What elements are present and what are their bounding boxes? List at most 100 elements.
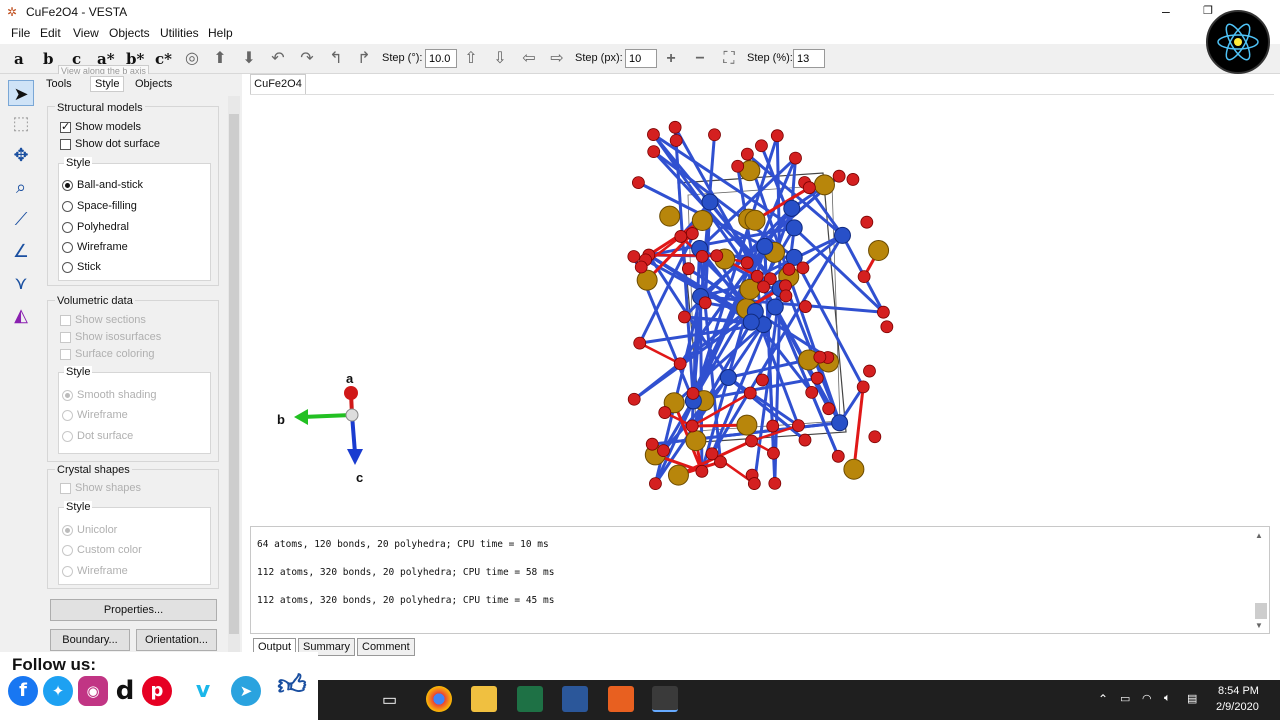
orientation-button[interactable]: Orientation... — [136, 629, 217, 651]
globe-icon[interactable]: ◎ — [182, 49, 202, 69]
move-up-icon[interactable]: ⇧ — [461, 49, 481, 69]
show-shapes-checkbox[interactable]: Show shapes — [60, 482, 141, 494]
radio-space-filling[interactable]: Space-filling — [62, 200, 137, 212]
tab-style[interactable]: Style — [90, 76, 125, 92]
select-box-tool-icon[interactable]: ⬚ — [8, 110, 34, 136]
thumbs-up-icon[interactable]: 👍︎ — [272, 670, 312, 710]
wifi-icon[interactable]: ◠ — [1142, 692, 1152, 705]
tab-comment[interactable]: Comment — [357, 638, 415, 656]
show-dot-surface-checkbox[interactable]: Show dot surface — [60, 138, 160, 150]
instagram-icon[interactable]: ◉ — [78, 676, 108, 706]
view-c-star-button[interactable]: c* — [155, 50, 172, 68]
volume-icon[interactable]: 🔈︎ — [1164, 692, 1171, 705]
select-tool-icon[interactable]: ➤ — [8, 80, 34, 106]
radio-stick[interactable]: Stick — [62, 261, 101, 273]
o-atom — [673, 357, 687, 371]
show-sections-checkbox[interactable]: Show sections — [60, 314, 146, 326]
minimize-button[interactable]: – — [1162, 3, 1170, 19]
fit-icon[interactable]: ⛶ — [719, 49, 739, 69]
o-atom — [755, 373, 769, 387]
translate-tool-icon[interactable]: ✥ — [8, 142, 34, 168]
plane-tool-icon[interactable]: ◭ — [8, 302, 34, 328]
o-atom — [685, 419, 699, 433]
rotate-right-icon[interactable]: ↷ — [297, 49, 317, 69]
view-b-button[interactable]: b — [43, 50, 54, 68]
properties-button[interactable]: Properties... — [50, 599, 217, 621]
tab-tools[interactable]: Tools — [46, 78, 72, 90]
menu-file[interactable]: File — [11, 26, 30, 40]
vesta-taskbar-icon[interactable] — [652, 686, 678, 712]
vimeo-icon[interactable]: v — [188, 676, 218, 706]
arrow-up-icon[interactable]: ⬆ — [210, 49, 230, 69]
app-icon[interactable] — [608, 686, 634, 712]
telegram-icon[interactable]: ➤ — [231, 676, 261, 706]
crystal-structure-render[interactable]: a b c — [250, 95, 1274, 519]
surface-coloring-checkbox[interactable]: Surface coloring — [60, 348, 155, 360]
menu-edit[interactable]: Edit — [40, 26, 61, 40]
o-atom — [863, 364, 876, 378]
turn-right-icon[interactable]: ↱ — [354, 49, 374, 69]
radio-custom-color[interactable]: Custom color — [62, 544, 142, 556]
menu-help[interactable]: Help — [208, 26, 233, 40]
tab-objects[interactable]: Objects — [135, 78, 172, 90]
menu-objects[interactable]: Objects — [109, 26, 150, 40]
radio-wireframe[interactable]: Wireframe — [62, 241, 128, 253]
step-px-label: Step (px): — [575, 52, 623, 64]
dihedral-tool-icon[interactable]: ⋎ — [8, 270, 34, 296]
c-axis-head — [347, 449, 363, 465]
dailymotion-icon[interactable]: d — [110, 676, 140, 706]
cu-atom — [719, 369, 737, 387]
step-pct-input[interactable] — [793, 49, 825, 68]
chrome-icon[interactable] — [426, 686, 452, 712]
excel-icon[interactable] — [517, 686, 543, 712]
magnify-tool-icon[interactable]: ⌕ — [8, 174, 34, 200]
tray-chevron-icon[interactable]: ⌃ — [1098, 692, 1108, 706]
o-atom — [832, 169, 846, 183]
arrow-down-icon[interactable]: ⬇ — [239, 49, 259, 69]
o-atom — [740, 147, 754, 161]
twitter-icon[interactable]: ✦ — [43, 676, 73, 706]
move-left-icon[interactable]: ⇦ — [519, 49, 539, 69]
radio-unicolor[interactable]: Unicolor — [62, 524, 117, 536]
o-atom — [658, 406, 672, 419]
structure-viewport[interactable]: a b c — [250, 94, 1274, 518]
axis-label-c: c — [356, 470, 363, 485]
distance-tool-icon[interactable]: ⟋ — [8, 206, 34, 232]
word-icon[interactable] — [562, 686, 588, 712]
panel-scrollbar[interactable] — [228, 96, 240, 656]
radio-smooth-shading[interactable]: Smooth shading — [62, 389, 157, 401]
o-atom — [645, 437, 659, 451]
radio-polyhedral[interactable]: Polyhedral — [62, 221, 129, 233]
zoom-out-icon[interactable]: − — [690, 49, 710, 69]
boundary-button[interactable]: Boundary... — [50, 629, 130, 651]
file-explorer-icon[interactable] — [471, 686, 497, 712]
angle-tool-icon[interactable]: ∠ — [8, 238, 34, 264]
show-isosurfaces-checkbox[interactable]: Show isosurfaces — [60, 331, 161, 343]
step-px-input[interactable] — [625, 49, 657, 68]
output-scrollbar[interactable]: ▲ ▼ — [1255, 529, 1267, 631]
notification-icon[interactable]: ▤ — [1187, 692, 1197, 705]
radio-crystal-wireframe[interactable]: Wireframe — [62, 565, 128, 577]
clock-time[interactable]: 8:54 PM — [1218, 685, 1259, 697]
view-a-button[interactable]: a — [14, 50, 24, 68]
zoom-in-icon[interactable]: + — [661, 49, 681, 69]
move-down-icon[interactable]: ⇩ — [490, 49, 510, 69]
show-models-checkbox[interactable]: Show models — [60, 120, 141, 133]
tab-structure-file[interactable]: CuFe2O4 — [250, 74, 306, 94]
task-view-icon[interactable]: ▭ — [382, 690, 397, 710]
pinterest-icon[interactable]: p — [142, 676, 172, 706]
radio-ball-and-stick[interactable]: Ball-and-stick — [62, 179, 143, 191]
menu-view[interactable]: View — [73, 26, 99, 40]
facebook-icon[interactable]: f — [8, 676, 38, 706]
turn-left-icon[interactable]: ↰ — [326, 49, 346, 69]
radio-vol-wireframe[interactable]: Wireframe — [62, 409, 128, 421]
rotate-left-icon[interactable]: ↶ — [268, 49, 288, 69]
step-deg-input[interactable] — [425, 49, 457, 68]
o-atom — [880, 320, 894, 334]
menu-utilities[interactable]: Utilities — [160, 26, 199, 40]
move-right-icon[interactable]: ⇨ — [547, 49, 567, 69]
battery-icon[interactable]: ▭ — [1120, 692, 1130, 705]
o-atom — [831, 449, 845, 463]
clock-date[interactable]: 2/9/2020 — [1216, 701, 1259, 713]
radio-dot-surface[interactable]: Dot surface — [62, 430, 133, 442]
